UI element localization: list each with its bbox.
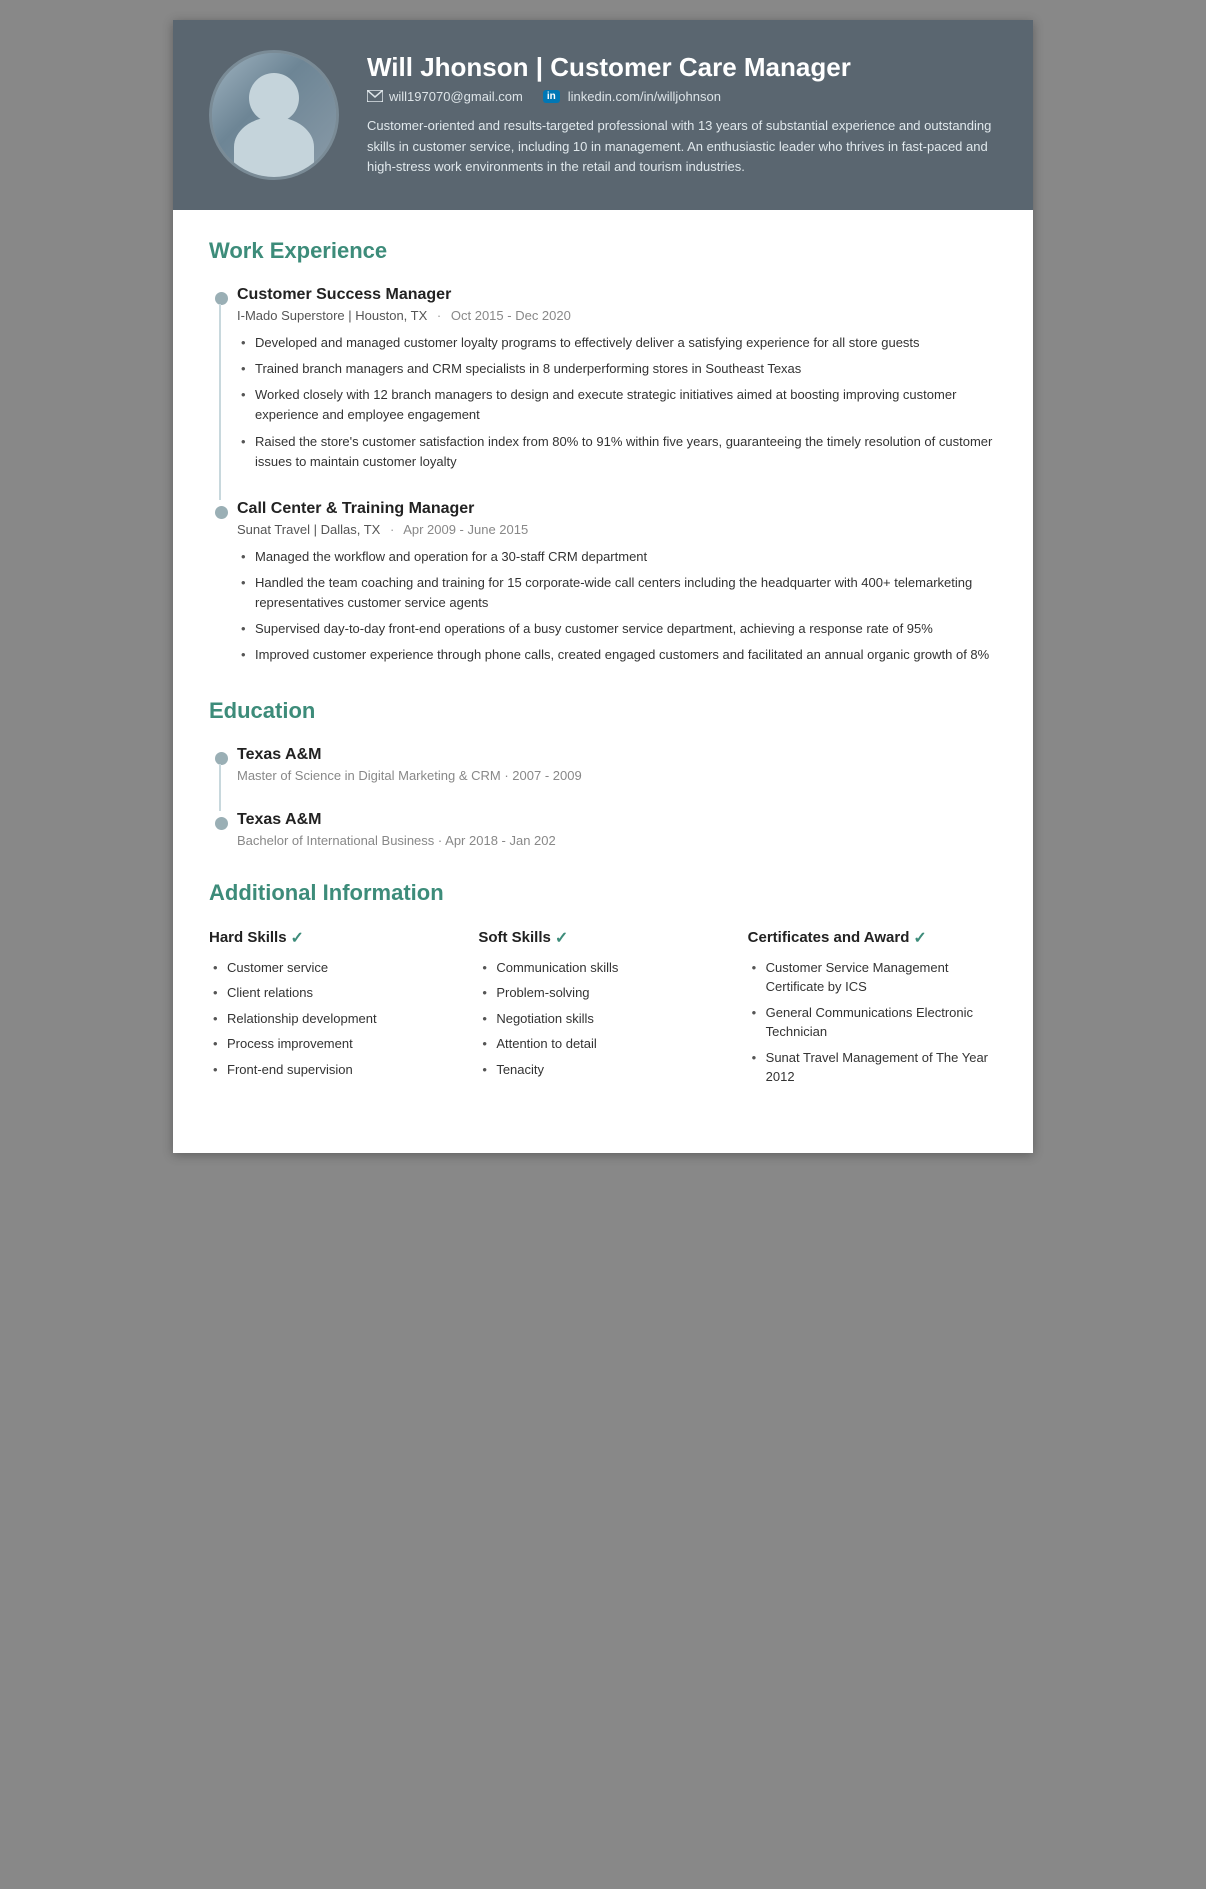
bullet-item: Managed the workflow and operation for a…: [237, 547, 997, 567]
email-icon: [367, 90, 383, 102]
work-timeline: Customer Success Manager I-Mado Supersto…: [209, 286, 997, 666]
header-info: Will Jhonson | Customer Care Manager wil…: [367, 52, 997, 178]
skill-item: Attention to detail: [478, 1034, 727, 1054]
soft-skills-column: Soft Skills ✓ Communication skills Probl…: [478, 928, 727, 1093]
skills-grid: Hard Skills ✓ Customer service Client re…: [209, 928, 997, 1093]
certificates-check-icon: ✓: [913, 928, 926, 948]
job-bullets-0: Developed and managed customer loyalty p…: [237, 333, 997, 472]
cert-item: Sunat Travel Management of The Year 2012: [748, 1048, 997, 1087]
skill-item: Front-end supervision: [209, 1060, 458, 1080]
hard-skills-column: Hard Skills ✓ Customer service Client re…: [209, 928, 458, 1093]
edu-item-0: Texas A&M Master of Science in Digital M…: [237, 746, 997, 783]
certificates-list: Customer Service Management Certificate …: [748, 958, 997, 1087]
avatar: [209, 50, 339, 180]
resume-main: Work Experience Customer Success Manager…: [173, 210, 1033, 1153]
linkedin-contact: in linkedin.com/in/willjohnson: [543, 89, 721, 104]
bullet-item: Handled the team coaching and training f…: [237, 573, 997, 613]
hard-skills-list: Customer service Client relations Relati…: [209, 958, 458, 1080]
job-item-1: Call Center & Training Manager Sunat Tra…: [237, 500, 997, 666]
email-contact: will197070@gmail.com: [367, 89, 523, 104]
bullet-item: Supervised day-to-day front-end operatio…: [237, 619, 997, 639]
edu-institution-0: Texas A&M: [237, 746, 997, 764]
bullet-item: Trained branch managers and CRM speciali…: [237, 359, 997, 379]
job-bullets-1: Managed the workflow and operation for a…: [237, 547, 997, 666]
hard-skills-heading: Hard Skills ✓: [209, 928, 458, 948]
skill-item: Relationship development: [209, 1009, 458, 1029]
certificates-heading: Certificates and Award ✓: [748, 928, 997, 948]
education-timeline: Texas A&M Master of Science in Digital M…: [209, 746, 997, 848]
job-item-0: Customer Success Manager I-Mado Supersto…: [237, 286, 997, 472]
job-meta-1: Sunat Travel | Dallas, TX · Apr 2009 - J…: [237, 522, 997, 537]
skill-item: Customer service: [209, 958, 458, 978]
soft-skills-list: Communication skills Problem-solving Neg…: [478, 958, 727, 1080]
certificates-column: Certificates and Award ✓ Customer Servic…: [748, 928, 997, 1093]
additional-title: Additional Information: [209, 880, 997, 910]
edu-degree-1: Bachelor of International Business · Apr…: [237, 833, 997, 848]
work-experience-title: Work Experience: [209, 238, 997, 268]
summary-text: Customer-oriented and results-targeted p…: [367, 116, 997, 178]
soft-skills-check-icon: ✓: [555, 928, 568, 948]
skill-item: Problem-solving: [478, 983, 727, 1003]
contact-row: will197070@gmail.com in linkedin.com/in/…: [367, 89, 997, 104]
resume-header: Will Jhonson | Customer Care Manager wil…: [173, 20, 1033, 210]
work-experience-section: Work Experience Customer Success Manager…: [209, 238, 997, 666]
additional-section: Additional Information Hard Skills ✓ Cus…: [209, 880, 997, 1093]
resume-document: Will Jhonson | Customer Care Manager wil…: [173, 20, 1033, 1153]
job-meta-0: I-Mado Superstore | Houston, TX · Oct 20…: [237, 308, 997, 323]
education-title: Education: [209, 698, 997, 728]
hard-skills-check-icon: ✓: [291, 928, 304, 948]
bullet-item: Improved customer experience through pho…: [237, 645, 997, 665]
skill-item: Communication skills: [478, 958, 727, 978]
job-title-0: Customer Success Manager: [237, 286, 997, 304]
edu-item-1: Texas A&M Bachelor of International Busi…: [237, 811, 997, 848]
skill-item: Process improvement: [209, 1034, 458, 1054]
cert-item: General Communications Electronic Techni…: [748, 1003, 997, 1042]
cert-item: Customer Service Management Certificate …: [748, 958, 997, 997]
skill-item: Client relations: [209, 983, 458, 1003]
bullet-item: Raised the store's customer satisfaction…: [237, 432, 997, 472]
avatar-image: [212, 53, 336, 177]
candidate-name: Will Jhonson | Customer Care Manager: [367, 52, 997, 83]
bullet-item: Worked closely with 12 branch managers t…: [237, 385, 997, 425]
education-section: Education Texas A&M Master of Science in…: [209, 698, 997, 848]
edu-degree-0: Master of Science in Digital Marketing &…: [237, 768, 997, 783]
skill-item: Tenacity: [478, 1060, 727, 1080]
skill-item: Negotiation skills: [478, 1009, 727, 1029]
edu-institution-1: Texas A&M: [237, 811, 997, 829]
soft-skills-heading: Soft Skills ✓: [478, 928, 727, 948]
linkedin-icon: in: [543, 90, 560, 103]
job-title-1: Call Center & Training Manager: [237, 500, 997, 518]
bullet-item: Developed and managed customer loyalty p…: [237, 333, 997, 353]
